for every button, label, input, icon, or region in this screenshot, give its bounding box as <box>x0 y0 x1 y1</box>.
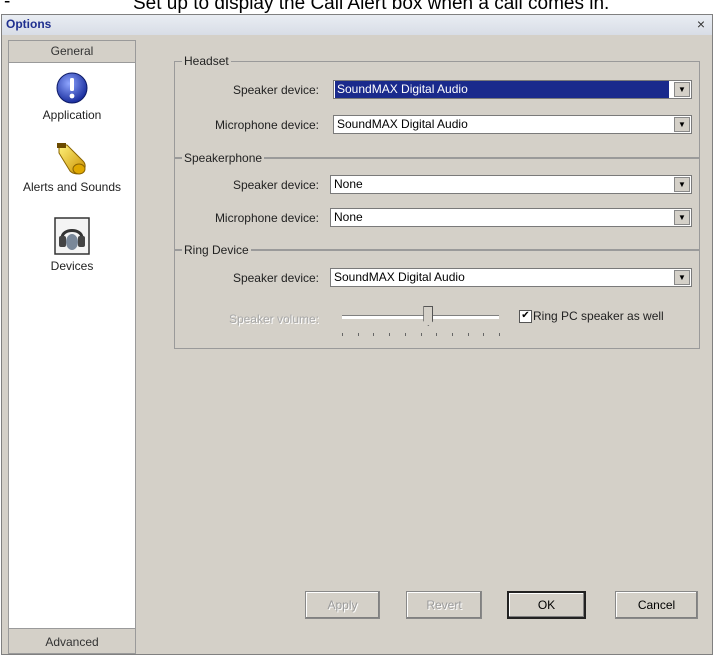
window-title: Options <box>6 17 52 31</box>
slider-tick <box>420 333 422 336</box>
slider-tick <box>467 333 469 336</box>
speakerphone-speaker-value: None <box>334 177 363 191</box>
speakerphone-speaker-select[interactable]: None ▼ <box>330 175 692 194</box>
sidebar-item-label: Application <box>42 108 102 122</box>
slider-tick <box>404 333 406 336</box>
caption-text: Set up to display the Call Alert box whe… <box>133 0 610 14</box>
sidebar-footer-advanced[interactable]: Advanced <box>9 628 135 653</box>
speakerphone-legend: Speakerphone <box>182 151 265 165</box>
chevron-down-icon[interactable]: ▼ <box>674 177 690 192</box>
info-icon <box>56 72 88 104</box>
sidebar-header-general[interactable]: General <box>9 41 135 63</box>
headset-mic-label: Microphone device: <box>214 118 319 132</box>
cancel-button[interactable]: Cancel <box>615 591 698 619</box>
ring-speaker-value: SoundMAX Digital Audio <box>334 270 465 284</box>
ring-pc-speaker-checkbox[interactable]: ✔ <box>519 310 532 323</box>
sidebar: General Application Alerts and Sounds De… <box>8 40 136 654</box>
apply-button[interactable]: Apply <box>305 591 380 619</box>
headset-speaker-label: Speaker device: <box>232 83 319 97</box>
sidebar-item-label: Alerts and Sounds <box>22 180 122 194</box>
sidebar-item-alerts-and-sounds[interactable]: Alerts and Sounds <box>9 141 135 194</box>
slider-tick <box>342 333 343 336</box>
sidebar-item-label: Devices <box>50 259 94 273</box>
ok-button[interactable]: OK <box>507 591 586 619</box>
speakerphone-mic-select[interactable]: None ▼ <box>330 208 692 227</box>
options-window: Options × General Application Alerts and… <box>1 14 713 655</box>
chevron-down-icon[interactable]: ▼ <box>674 270 690 285</box>
caption: - Set up to display the Call Alert box w… <box>0 0 715 14</box>
speaker-volume-label: Speaker volume: <box>228 312 319 326</box>
speakerphone-mic-label: Microphone device: <box>214 211 319 225</box>
ring-speaker-select[interactable]: SoundMAX Digital Audio ▼ <box>330 268 692 287</box>
speaker-volume-track[interactable] <box>342 315 499 319</box>
sidebar-item-application[interactable]: Application <box>9 71 135 122</box>
slider-tick <box>373 333 375 336</box>
revert-button[interactable]: Revert <box>406 591 482 619</box>
headset-mic-select[interactable]: SoundMAX Digital Audio ▼ <box>333 115 692 134</box>
headset-group: Headset <box>174 54 700 158</box>
headset-icon <box>54 217 90 255</box>
headset-mic-value: SoundMAX Digital Audio <box>337 117 468 131</box>
ring-speaker-label: Speaker device: <box>232 271 319 285</box>
headset-speaker-value: SoundMAX Digital Audio <box>335 81 669 98</box>
chevron-down-icon[interactable]: ▼ <box>674 210 690 225</box>
speakerphone-group: Speakerphone <box>174 151 700 250</box>
headset-legend: Headset <box>182 54 231 68</box>
caption-bullet: - <box>4 0 11 12</box>
slider-tick <box>389 333 391 336</box>
slider-tick <box>451 333 453 336</box>
speakerphone-speaker-label: Speaker device: <box>232 178 319 192</box>
title-bar: Options × <box>2 15 712 35</box>
slider-tick <box>436 333 438 336</box>
bell-icon <box>57 143 86 175</box>
checkmark-icon: ✔ <box>521 310 530 321</box>
slider-tick <box>499 333 500 336</box>
ring-device-legend: Ring Device <box>182 243 251 257</box>
chevron-down-icon[interactable]: ▼ <box>674 82 690 97</box>
sidebar-item-devices[interactable]: Devices <box>9 216 135 273</box>
headset-speaker-select[interactable]: SoundMAX Digital Audio ▼ <box>333 80 692 99</box>
chevron-down-icon[interactable]: ▼ <box>674 117 690 132</box>
close-icon[interactable]: × <box>694 17 708 31</box>
speakerphone-mic-value: None <box>334 210 363 224</box>
slider-tick <box>483 333 485 336</box>
ring-pc-speaker-label[interactable]: Ring PC speaker as well <box>533 309 664 323</box>
slider-tick <box>357 333 359 336</box>
